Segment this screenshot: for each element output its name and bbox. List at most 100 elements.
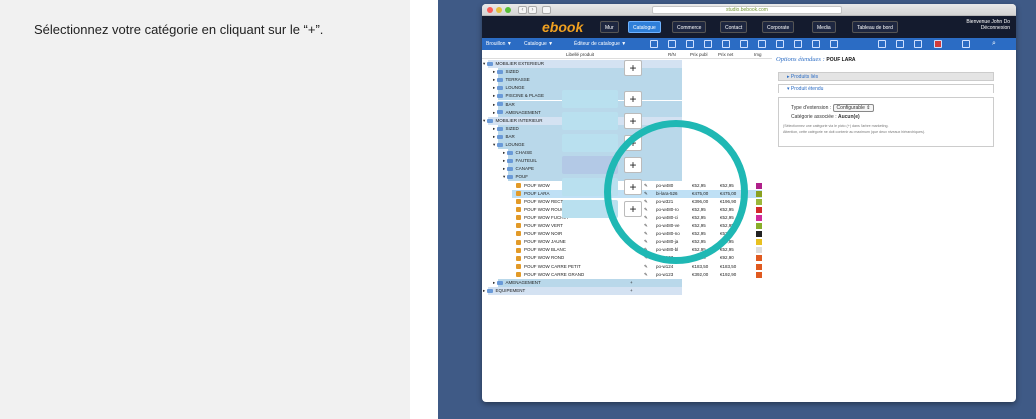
close-dot-icon[interactable] bbox=[487, 7, 493, 13]
linked-products-toggle[interactable]: ▸ Produits liés bbox=[778, 72, 994, 81]
add-category-plus-button[interactable]: + bbox=[624, 113, 642, 129]
product-row[interactable]: POUF WOW CARRE GRAND ✎ po-w123 €392,00 €192,… bbox=[516, 271, 766, 279]
tree-folder-row[interactable]: ▸ AMENAGEMENT bbox=[493, 109, 541, 117]
product-icon bbox=[516, 271, 521, 277]
folder-icon bbox=[496, 142, 503, 147]
flow-icon[interactable] bbox=[896, 40, 904, 48]
tree-folder-label: AMENAGEMENT bbox=[505, 279, 541, 285]
cat-value: Aucun(e) bbox=[837, 114, 860, 120]
product-icon bbox=[516, 207, 521, 213]
small-plus-button[interactable]: + bbox=[630, 279, 633, 287]
product-name: POUF WOW CARRE PETIT bbox=[524, 263, 581, 269]
tab-corporate[interactable]: Corporate bbox=[762, 21, 795, 33]
save-icon[interactable] bbox=[962, 40, 970, 48]
breadcrumb-draft[interactable]: Brouillon ▼ bbox=[486, 41, 512, 47]
product-thumbnail bbox=[756, 182, 762, 189]
folder-icon bbox=[496, 134, 503, 139]
delete-icon[interactable] bbox=[934, 40, 942, 48]
ext-type-select[interactable]: Configurable ⇕ bbox=[832, 104, 875, 112]
folder-icon bbox=[486, 118, 493, 123]
tab-commerce[interactable]: Commerce bbox=[672, 21, 707, 33]
tree-folder-row[interactable]: ▸ SIZED bbox=[493, 125, 519, 133]
image-icon[interactable] bbox=[740, 40, 748, 48]
tree-icon[interactable] bbox=[830, 40, 838, 48]
tree-folder-row[interactable]: ▸ BAR bbox=[493, 133, 515, 141]
tree-folder-row[interactable]: ▸ EQUIPEMENT bbox=[483, 287, 525, 295]
product-name: POUF WOW ROND bbox=[524, 255, 565, 261]
tree-folder-row[interactable]: ▾ POUF bbox=[503, 173, 528, 181]
grid-icon[interactable] bbox=[668, 40, 676, 48]
product-price-net: €52,95 bbox=[720, 247, 734, 253]
tree-folder-row[interactable]: ▸ TERRASSE bbox=[493, 76, 530, 84]
highlight-circle bbox=[604, 120, 748, 264]
tab-mur[interactable]: Mur bbox=[600, 21, 619, 33]
folder-icon bbox=[496, 102, 503, 107]
expand-icon: ▾ bbox=[493, 142, 497, 147]
instruction-text: Sélectionnez votre catégorie en cliquant… bbox=[34, 22, 324, 37]
tree-folder-row[interactable]: ▸ CANAPE bbox=[503, 165, 534, 173]
barcode-icon[interactable] bbox=[704, 40, 712, 48]
toolbar: Brouillon ▼ Catalogue ▼ Éditeur de catal… bbox=[482, 38, 1016, 50]
zoom-dot-icon[interactable] bbox=[505, 7, 511, 13]
breadcrumb-editor[interactable]: Éditeur de catalogue ▼ bbox=[574, 41, 626, 47]
globe-icon[interactable] bbox=[722, 40, 730, 48]
expand-icon: ▸ bbox=[493, 77, 497, 83]
product-name: POUF WOW BLANC bbox=[524, 247, 567, 253]
product-name: POUF WOW bbox=[524, 182, 550, 188]
minimize-dot-icon[interactable] bbox=[496, 7, 502, 13]
tree-folder-row[interactable]: ▸ SIZED bbox=[493, 68, 519, 76]
tree-folder-row[interactable]: ▸ PISCINE & PLAGE bbox=[493, 92, 544, 100]
product-thumbnail bbox=[756, 255, 762, 262]
tree-folder-row[interactable]: ▸ LOUNGE bbox=[493, 84, 525, 92]
tab-dashboard[interactable]: Tableau de bord bbox=[852, 21, 898, 33]
tree-folder-row[interactable]: ▾ MOBILIER EXTERIEUR bbox=[483, 60, 544, 68]
tree-folder-row[interactable]: ▸ FAUTEUIL bbox=[503, 157, 537, 165]
pin-icon[interactable] bbox=[878, 40, 886, 48]
product-thumbnail bbox=[756, 223, 762, 229]
tree-folder-row[interactable]: ▸ AMENAGEMENT bbox=[493, 279, 541, 287]
expand-icon: ▸ bbox=[493, 69, 497, 75]
product-row[interactable]: POUF WOW ROND ✎ po-w123 €92,90 €92,90 bbox=[516, 254, 766, 262]
product-name: POUF WOW ROUGE bbox=[524, 206, 568, 212]
table-icon[interactable] bbox=[812, 40, 820, 48]
tree-row-bar bbox=[498, 68, 682, 77]
expand-icon: ▸ bbox=[493, 279, 497, 285]
back-icon[interactable]: ‹ bbox=[518, 6, 527, 14]
tag-icon[interactable] bbox=[794, 40, 802, 48]
folder-icon bbox=[496, 86, 503, 91]
forward-icon[interactable]: › bbox=[528, 6, 537, 14]
folder-icon bbox=[496, 69, 503, 74]
logout-link[interactable]: Déconnexion bbox=[966, 25, 1010, 31]
options-panel: Options étendues : POUF LARA ▸ Produits … bbox=[772, 50, 1016, 402]
extended-product-toggle[interactable]: ▾ Produit étendu bbox=[778, 84, 994, 93]
expand-icon: ▾ bbox=[503, 174, 507, 180]
columns-icon[interactable] bbox=[776, 40, 784, 48]
tab-media[interactable]: Media bbox=[812, 21, 836, 33]
tree-folder-row[interactable]: ▸ BAR bbox=[493, 101, 515, 109]
export-icon[interactable] bbox=[914, 40, 922, 48]
add-category-plus-button[interactable]: + bbox=[624, 91, 642, 107]
product-thumbnail bbox=[756, 206, 762, 213]
tab-contact[interactable]: Contact bbox=[720, 21, 748, 33]
tree-folder-row[interactable]: ▸ CHAISE bbox=[503, 149, 532, 157]
calendar-icon[interactable] bbox=[686, 40, 694, 48]
product-icon bbox=[516, 223, 521, 229]
tree-folder-label: LOUNGE bbox=[505, 142, 525, 147]
tab-catalogue[interactable]: Catalogue bbox=[628, 21, 661, 33]
settings-icon[interactable] bbox=[650, 40, 658, 48]
add-category-plus-button[interactable]: + bbox=[624, 60, 642, 76]
product-thumbnail bbox=[756, 271, 762, 278]
tree-folder-label: BAR bbox=[505, 133, 515, 139]
tree-folder-row[interactable]: ▾ LOUNGE bbox=[493, 141, 525, 149]
url-bar[interactable]: studio.bebook.com bbox=[652, 6, 842, 14]
zoomed-category-bar bbox=[562, 134, 618, 152]
sidebar-icon[interactable] bbox=[542, 6, 551, 14]
small-plus-button[interactable]: + bbox=[630, 287, 633, 295]
breadcrumb-catalogue[interactable]: Catalogue ▼ bbox=[524, 41, 553, 47]
search-icon[interactable]: ⌕ bbox=[992, 40, 1000, 48]
instruction-panel: Sélectionnez votre catégorie en cliquant… bbox=[0, 0, 410, 419]
product-row[interactable]: POUF WOW CARRE PETIT ✎ po-w124 €183,50 €183,… bbox=[516, 263, 766, 271]
list-icon[interactable] bbox=[758, 40, 766, 48]
tree-folder-row[interactable]: ▾ MOBILIER INTERIEUR bbox=[483, 117, 543, 125]
product-icon bbox=[516, 215, 521, 221]
